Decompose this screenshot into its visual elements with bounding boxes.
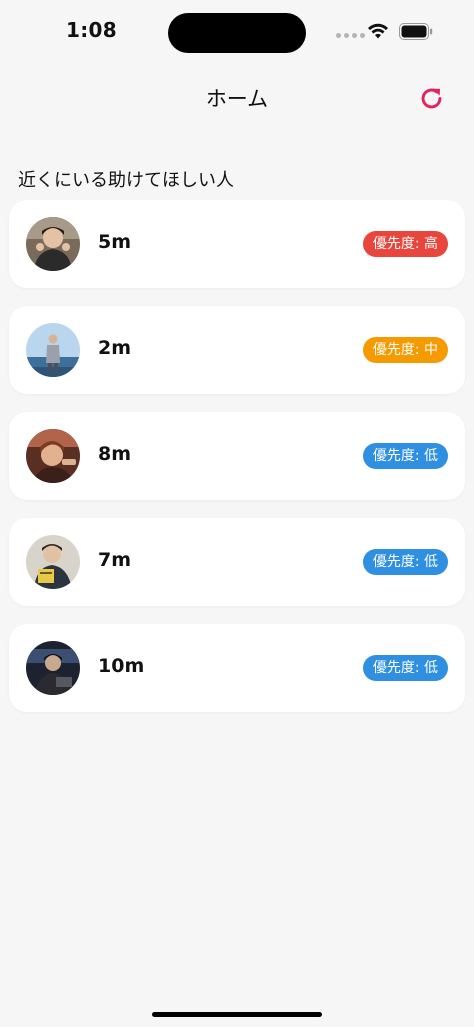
refresh-icon[interactable] bbox=[418, 85, 445, 112]
distance-label: 7m bbox=[98, 549, 132, 571]
avatar bbox=[26, 641, 80, 695]
avatar bbox=[26, 429, 80, 483]
distance-label: 2m bbox=[98, 337, 132, 359]
home-indicator[interactable] bbox=[152, 1012, 322, 1017]
list-item[interactable]: 2m 優先度: 中 bbox=[9, 306, 465, 394]
distance-label: 5m bbox=[98, 231, 132, 253]
battery-icon bbox=[399, 23, 433, 40]
status-time: 1:08 bbox=[66, 18, 117, 42]
list-item[interactable]: 5m 優先度: 高 bbox=[9, 200, 465, 288]
distance-label: 10m bbox=[98, 655, 145, 677]
page-title: ホーム bbox=[205, 87, 269, 111]
priority-badge: 優先度: 低 bbox=[362, 655, 448, 681]
wifi-icon bbox=[368, 23, 388, 39]
list-item[interactable]: 7m 優先度: 低 bbox=[9, 518, 465, 606]
priority-badge: 優先度: 低 bbox=[362, 549, 448, 575]
avatar bbox=[26, 323, 80, 377]
nearby-people-list: 5m 優先度: 高 2m 優先度: 中 8m 優先度: 低 7m 優先度: 低 … bbox=[9, 200, 465, 730]
avatar bbox=[26, 535, 80, 589]
list-item[interactable]: 8m 優先度: 低 bbox=[9, 412, 465, 500]
priority-badge: 優先度: 中 bbox=[362, 337, 448, 363]
dynamic-island bbox=[168, 13, 306, 53]
cellular-signal-icon bbox=[336, 33, 365, 38]
priority-badge: 優先度: 高 bbox=[362, 231, 448, 257]
priority-badge: 優先度: 低 bbox=[362, 443, 448, 469]
list-item[interactable]: 10m 優先度: 低 bbox=[9, 624, 465, 712]
distance-label: 8m bbox=[98, 443, 132, 465]
section-title: 近くにいる助けてほしい人 bbox=[18, 170, 234, 191]
home-screen: 1:08 ホーム 近くにいる助けてほしい人 5m 優先度: 高 2m 優先度: … bbox=[0, 0, 474, 1027]
avatar bbox=[26, 217, 80, 271]
